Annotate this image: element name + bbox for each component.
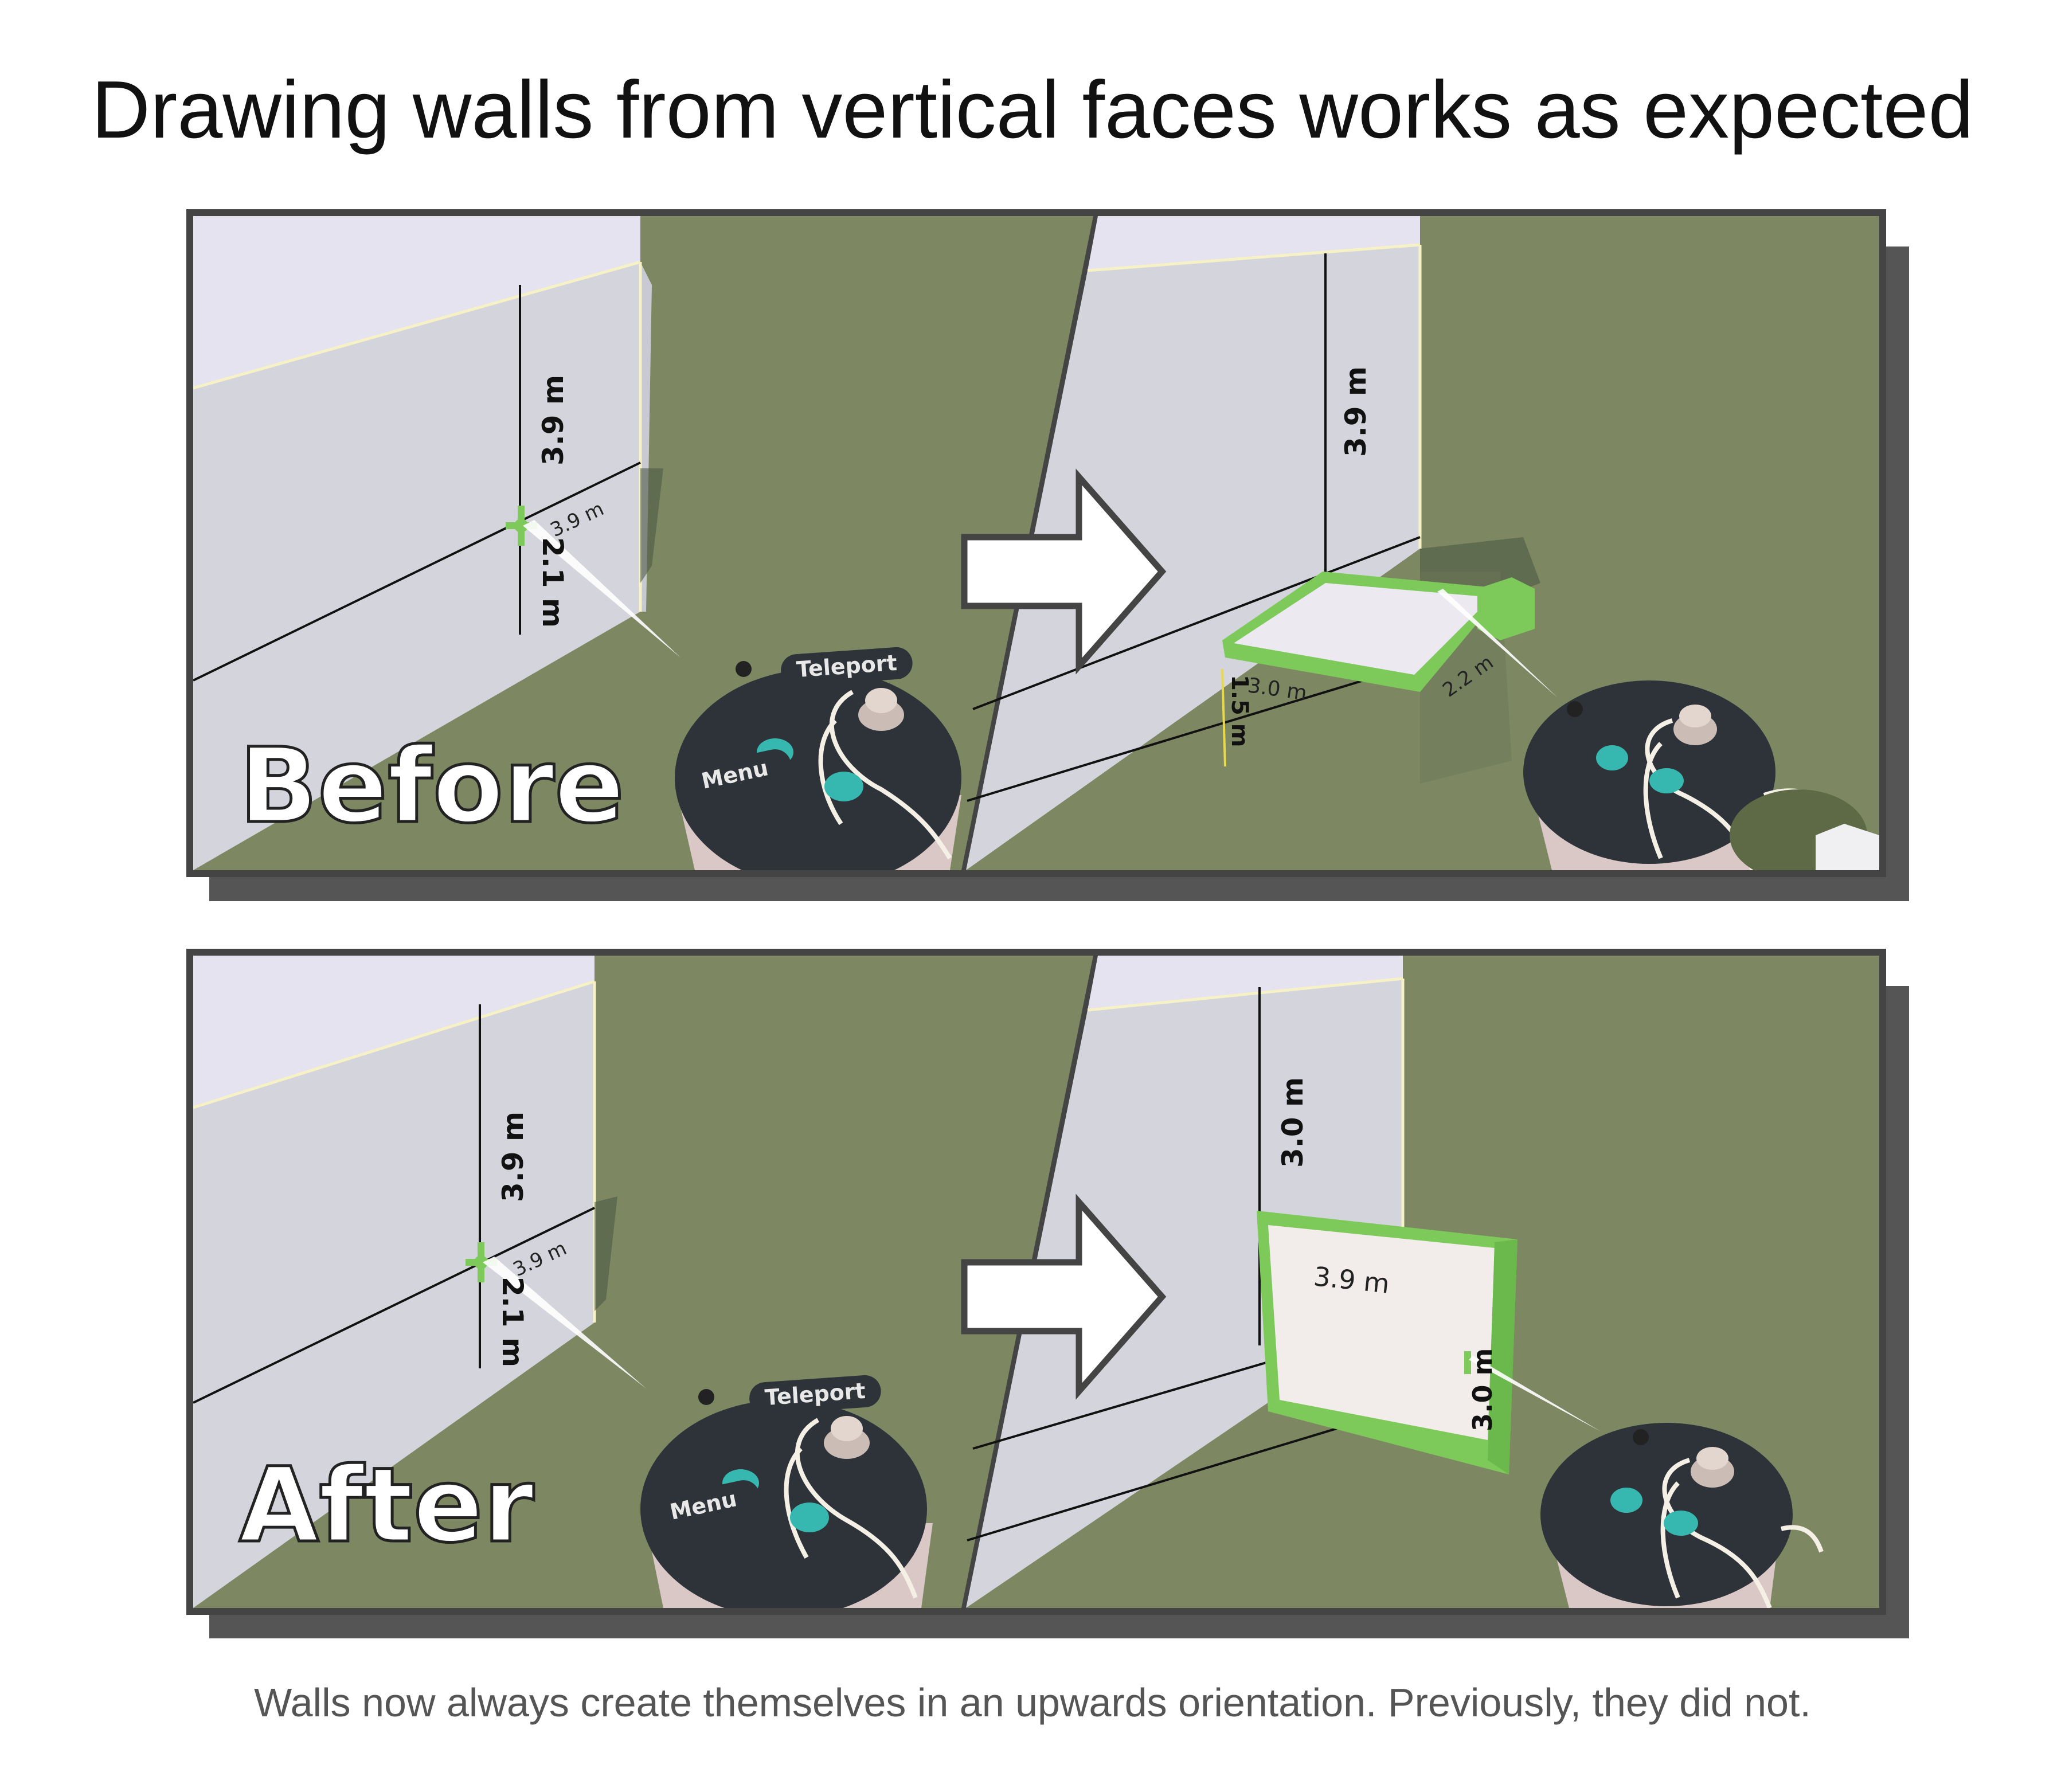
measure-wall-c: 1.5 m (1226, 675, 1253, 747)
before-panel: 3.9 m 3.9 m 2.1 m Teleport Menu 3.9 m 3.… (186, 209, 1886, 877)
menu-button (1664, 1511, 1698, 1536)
vr-controller: Teleport Menu (675, 647, 961, 870)
measure-vertical: 3.0 m (1276, 1077, 1309, 1168)
after-panel: 3.9 m 3.9 m 2.1 m Teleport Menu 3.0 m 3.… (186, 949, 1886, 1615)
controller-dot (1567, 701, 1583, 717)
controller-dot (736, 661, 752, 677)
vr-controller (1540, 1423, 1824, 1608)
measure-wall-a: 3.0 m (1246, 674, 1308, 705)
building-shadow (640, 468, 663, 583)
caption: Walls now always create themselves in an… (254, 1680, 1811, 1725)
before-label: Before (237, 725, 625, 848)
menu-button (1649, 768, 1684, 793)
vr-controller: Teleport Menu (640, 1375, 933, 1608)
measure-wall-b: 3.0 m (1467, 1348, 1498, 1431)
vr-controller (1523, 680, 1879, 870)
page-title: Drawing walls from vertical faces works … (91, 64, 1974, 155)
measure-lower: 2.1 m (496, 1277, 529, 1367)
measure-vertical: 3.9 m (496, 1112, 530, 1202)
controller-dot (1633, 1429, 1649, 1445)
measure-lower: 2.1 m (536, 537, 569, 628)
measure-vertical: 3.9 m (537, 375, 570, 465)
menu-button (824, 772, 863, 801)
building-shadow (595, 1196, 617, 1311)
after-label: After (238, 1445, 536, 1567)
teleport-button (1610, 1488, 1642, 1513)
measure-vertical: 3.9 m (1339, 366, 1372, 457)
teleport-button (1596, 745, 1628, 770)
menu-button (790, 1503, 829, 1532)
controller-dot (698, 1389, 714, 1405)
